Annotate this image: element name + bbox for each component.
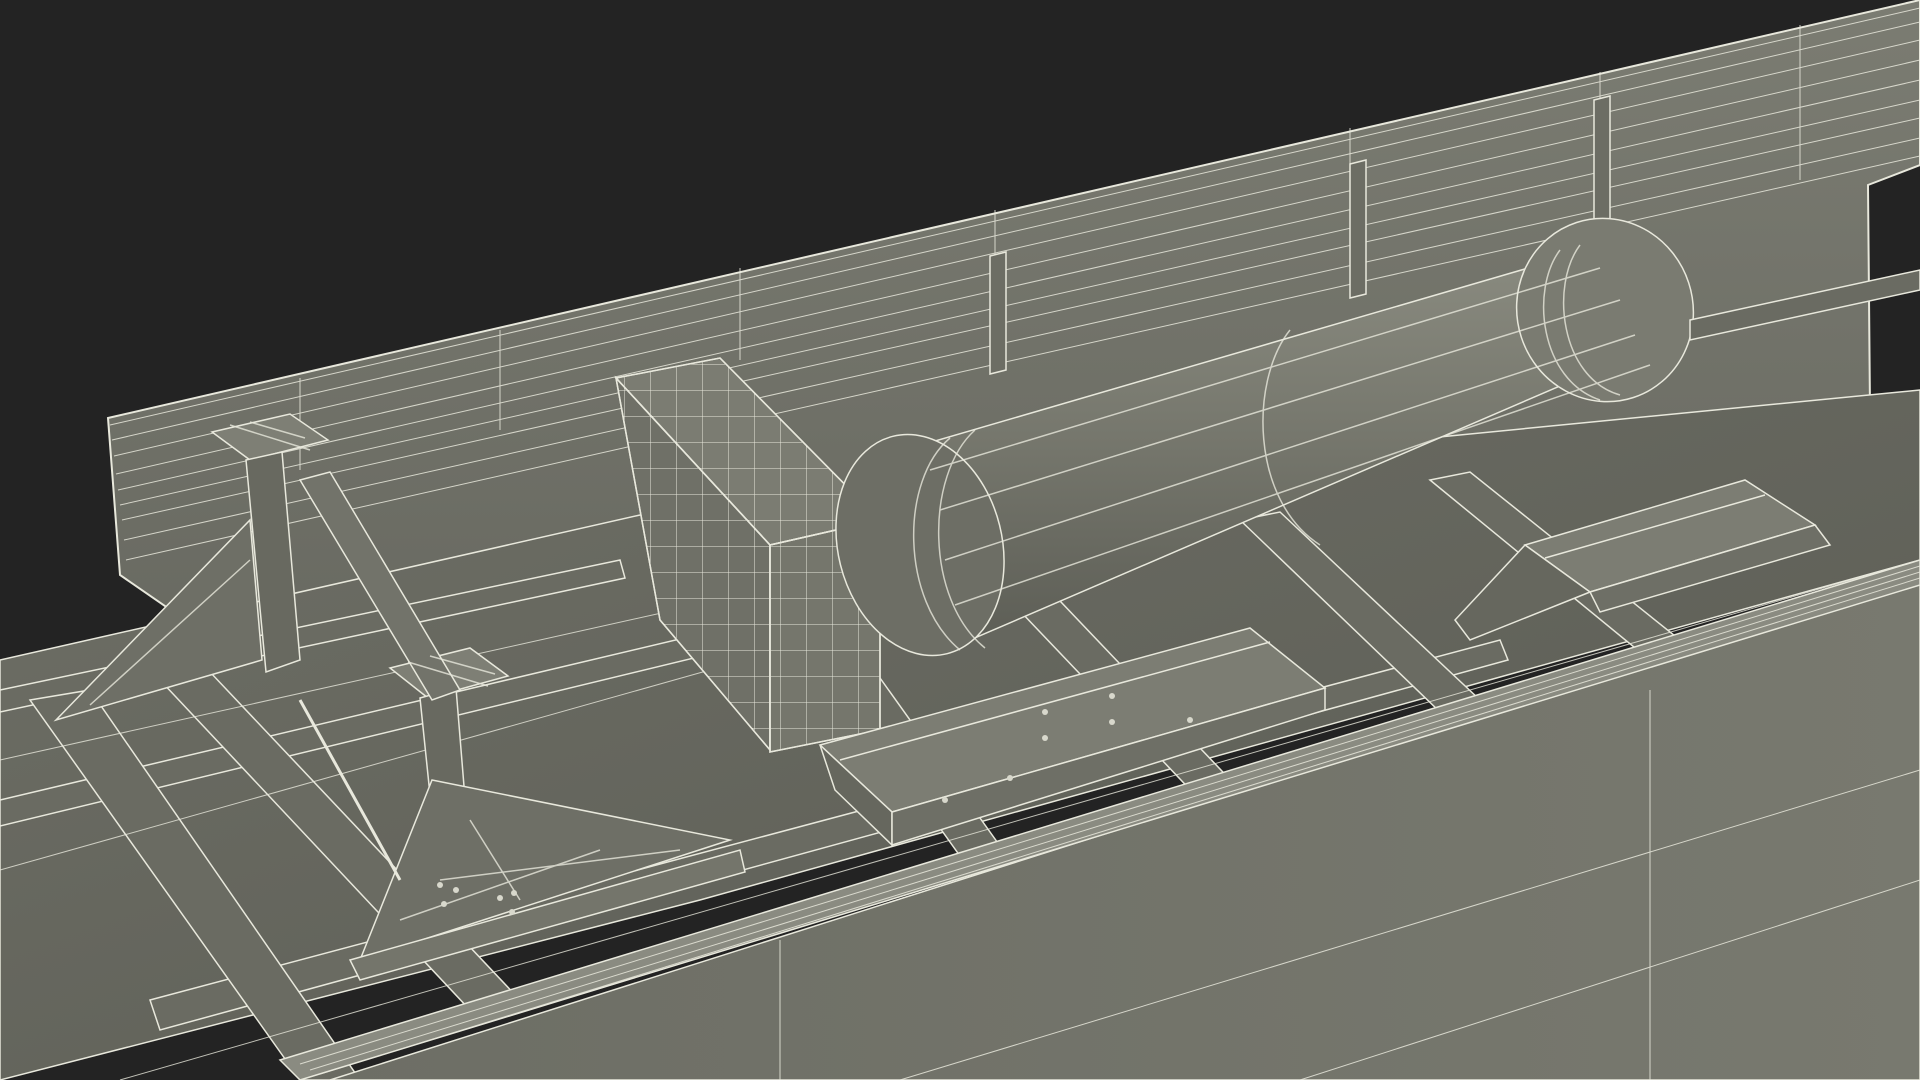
wireframe-render xyxy=(0,0,1920,1080)
